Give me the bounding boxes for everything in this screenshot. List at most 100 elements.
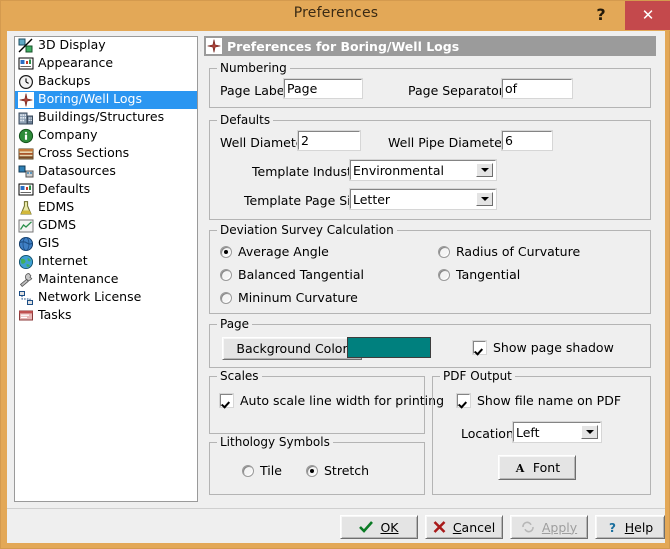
location-select[interactable]: Left bbox=[512, 421, 602, 443]
sidebar-item-tasks[interactable]: Tasks bbox=[15, 307, 197, 325]
radio-dot-icon bbox=[220, 268, 232, 281]
sidebar-item-company[interactable]: Company bbox=[15, 127, 197, 145]
client-area: 3D Display Appearance Backups Boring/Wel… bbox=[7, 31, 665, 543]
sidebar-item-internet[interactable]: Internet bbox=[15, 253, 197, 271]
ok-button-label: OK bbox=[380, 519, 399, 535]
show-page-shadow-checkbox[interactable]: Show page shadow bbox=[472, 340, 614, 355]
defaults-group: Defaults Well Diameter: 2 Well Pipe Diam… bbox=[209, 113, 651, 220]
radio-dot-icon bbox=[438, 245, 450, 258]
defaults-icon bbox=[18, 182, 34, 198]
group-title: Defaults bbox=[217, 113, 274, 127]
radio-dot-icon bbox=[220, 245, 232, 258]
group-title: Scales bbox=[217, 369, 262, 383]
radio-mininum-curvature[interactable]: Mininum Curvature bbox=[220, 290, 358, 305]
globe-blue-icon bbox=[18, 236, 34, 252]
radio-stretch[interactable]: Stretch bbox=[306, 463, 369, 478]
close-icon[interactable]: ✕ bbox=[625, 1, 670, 30]
well-diameter-input[interactable]: 2 bbox=[297, 130, 361, 151]
checkbox-label: Auto scale line width for printing bbox=[240, 393, 444, 408]
chevron-down-icon[interactable] bbox=[476, 163, 493, 177]
location-value: Left bbox=[516, 424, 540, 440]
page-separator-input[interactable]: of bbox=[501, 78, 573, 99]
sidebar-item-label: Internet bbox=[38, 253, 88, 268]
radio-dot-icon bbox=[220, 291, 232, 304]
info-icon bbox=[18, 128, 34, 144]
background-color-button[interactable]: Background Color bbox=[222, 337, 362, 360]
sidebar-item-label: GIS bbox=[38, 235, 60, 250]
background-color-swatch[interactable] bbox=[347, 337, 431, 358]
chart-icon bbox=[18, 218, 34, 234]
cancel-button[interactable]: Cancel bbox=[425, 515, 503, 539]
font-button[interactable]: A Font bbox=[498, 455, 576, 480]
sidebar-item-label: Appearance bbox=[38, 55, 114, 70]
radio-tile[interactable]: Tile bbox=[242, 463, 282, 478]
radio-dot-icon bbox=[242, 464, 254, 477]
cross-icon bbox=[433, 521, 446, 533]
font-button-label: Font bbox=[532, 460, 561, 475]
page-label-label: Page Label: bbox=[220, 83, 293, 98]
checkbox-icon bbox=[472, 340, 487, 355]
sidebar-item-gis[interactable]: GIS bbox=[15, 235, 197, 253]
group-title: Deviation Survey Calculation bbox=[217, 223, 397, 237]
cross-sections-icon bbox=[18, 146, 34, 162]
radio-average-angle[interactable]: Average Angle bbox=[220, 244, 329, 259]
sidebar-item-label: 3D Display bbox=[38, 37, 106, 52]
flask-icon bbox=[18, 200, 34, 216]
group-title: Numbering bbox=[217, 61, 290, 75]
wrench-icon bbox=[18, 272, 34, 288]
sidebar-item-label: Cross Sections bbox=[38, 145, 130, 160]
chevron-down-icon[interactable] bbox=[476, 192, 493, 206]
font-A-icon: A bbox=[514, 462, 526, 474]
page-label-input[interactable]: Page bbox=[283, 78, 363, 99]
radio-balanced-tangential[interactable]: Balanced Tangential bbox=[220, 267, 364, 282]
sidebar-item-3d-display[interactable]: 3D Display bbox=[15, 37, 197, 55]
title-bar: Preferences ? ✕ bbox=[1, 1, 670, 31]
sidebar-item-datasources[interactable]: Datasources bbox=[15, 163, 197, 181]
dialog-button-bar: OK Cancel Apply ? Help bbox=[7, 508, 665, 544]
sidebar-item-network-license[interactable]: Network License bbox=[15, 289, 197, 307]
3d-display-icon bbox=[18, 38, 34, 54]
sidebar-item-appearance[interactable]: Appearance bbox=[15, 55, 197, 73]
sidebar-item-maintenance[interactable]: Maintenance bbox=[15, 271, 197, 289]
show-file-name-checkbox[interactable]: Show file name on PDF bbox=[456, 393, 621, 408]
sidebar-item-edms[interactable]: EDMS bbox=[15, 199, 197, 217]
numbering-group: Numbering Page Label: Page Page Separato… bbox=[209, 61, 651, 108]
template-industry-select[interactable]: Environmental bbox=[349, 159, 497, 181]
template-industry-value: Environmental bbox=[353, 162, 444, 178]
checkbox-icon bbox=[219, 393, 234, 408]
help-button[interactable]: ? Help bbox=[595, 515, 665, 539]
apply-button-label: Apply bbox=[541, 519, 578, 535]
group-title: Lithology Symbols bbox=[217, 435, 333, 449]
group-title: PDF Output bbox=[440, 369, 515, 383]
ok-button[interactable]: OK bbox=[340, 515, 418, 539]
tasks-icon bbox=[18, 308, 34, 324]
sidebar-item-defaults[interactable]: Defaults bbox=[15, 181, 197, 199]
sidebar-item-label: Company bbox=[38, 127, 98, 142]
apply-button[interactable]: Apply bbox=[510, 515, 588, 539]
radio-radius-of-curvature[interactable]: Radius of Curvature bbox=[438, 244, 580, 259]
help-icon[interactable]: ? bbox=[587, 1, 615, 29]
refresh-icon bbox=[521, 521, 535, 533]
template-page-size-select[interactable]: Letter bbox=[349, 188, 497, 210]
sidebar-item-buildings-structures[interactable]: Buildings/Structures bbox=[15, 109, 197, 127]
sidebar-item-label: Buildings/Structures bbox=[38, 109, 165, 124]
sidebar-item-backups[interactable]: Backups bbox=[15, 73, 197, 91]
sidebar-item-label: GDMS bbox=[38, 217, 77, 232]
chevron-down-icon[interactable] bbox=[581, 425, 598, 439]
category-list[interactable]: 3D Display Appearance Backups Boring/Wel… bbox=[14, 36, 198, 502]
sidebar-item-boring-well-logs[interactable]: Boring/Well Logs bbox=[15, 91, 197, 109]
check-icon bbox=[359, 521, 374, 533]
svg-text:?: ? bbox=[609, 521, 616, 534]
well-pipe-diameter-label: Well Pipe Diameter: bbox=[388, 135, 511, 150]
sidebar-item-label: Datasources bbox=[38, 163, 116, 178]
auto-scale-line-width-checkbox[interactable]: Auto scale line width for printing bbox=[219, 393, 444, 408]
sidebar-item-cross-sections[interactable]: Cross Sections bbox=[15, 145, 197, 163]
radio-label: Stretch bbox=[324, 463, 370, 478]
well-pipe-diameter-input[interactable]: 6 bbox=[501, 130, 553, 151]
scales-group: Scales Auto scale line width for printin… bbox=[209, 369, 444, 434]
datasources-icon bbox=[18, 164, 34, 180]
buildings-icon bbox=[18, 110, 34, 126]
radio-dot-icon bbox=[438, 268, 450, 281]
sidebar-item-gdms[interactable]: GDMS bbox=[15, 217, 197, 235]
radio-tangential[interactable]: Tangential bbox=[438, 267, 520, 282]
